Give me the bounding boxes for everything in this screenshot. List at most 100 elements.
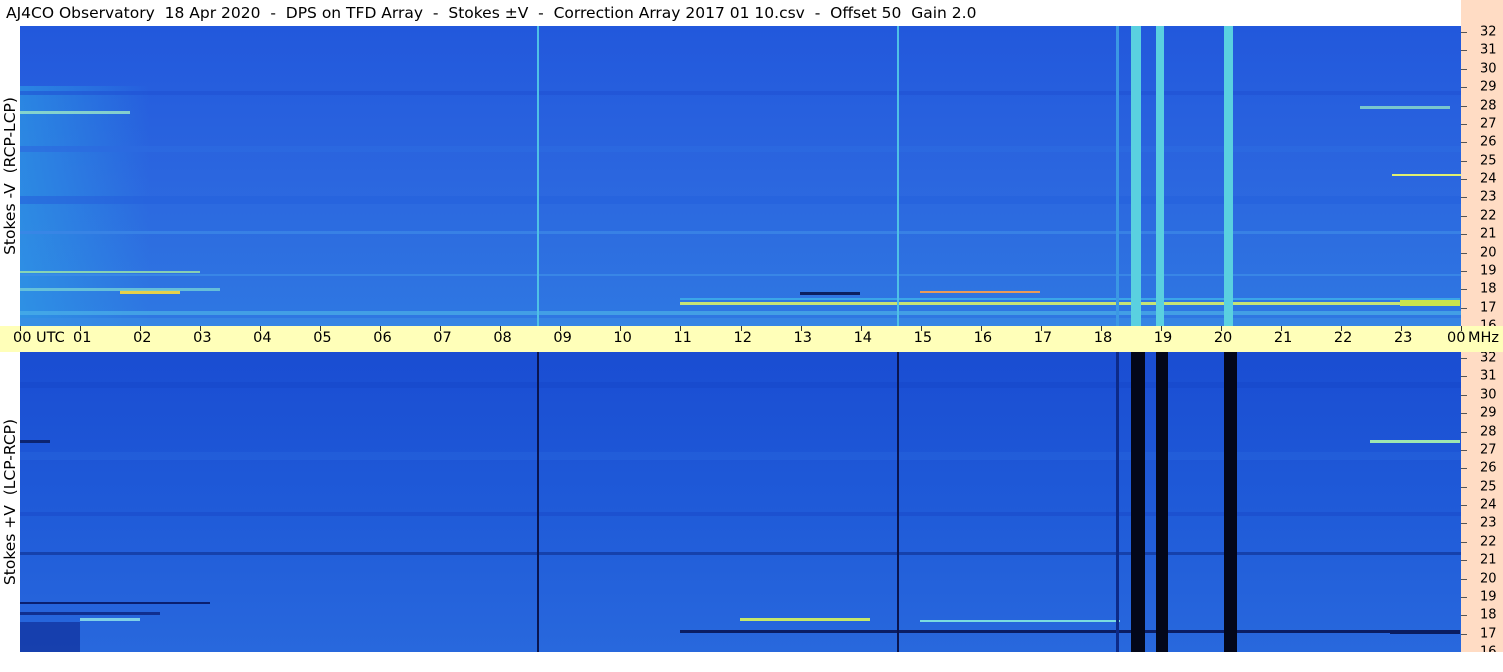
top-panel-ylabel: Stokes -V (RCP-LCP) — [0, 26, 20, 326]
freq-bottom-label: 17 — [1480, 626, 1497, 642]
freq-top-label: 24 — [1480, 171, 1497, 187]
time-label: 01 — [73, 330, 92, 346]
time-label: 23 — [1393, 330, 1413, 346]
freq-bottom-label: 26 — [1480, 460, 1497, 476]
time-label: 14 — [853, 330, 873, 346]
freq-top-label: 22 — [1480, 208, 1497, 224]
freq-top-label: 30 — [1480, 61, 1497, 77]
freq-bottom-tick — [1461, 505, 1467, 506]
window-title: AJ4CO Observatory 18 Apr 2020 - DPS on T… — [0, 0, 1461, 26]
freq-bottom-label: 25 — [1480, 479, 1497, 495]
time-label: 04 — [253, 330, 272, 346]
freq-bottom-label: 28 — [1480, 424, 1497, 439]
freq-top-tick — [1461, 142, 1467, 144]
freq-bottom-tick — [1461, 596, 1467, 598]
freq-top-label: 25 — [1480, 153, 1497, 169]
freq-bottom-label: 18 — [1480, 607, 1497, 623]
freq-bottom-tick — [1461, 449, 1467, 451]
time-label: 21 — [1273, 330, 1293, 346]
freq-bottom-tick — [1461, 413, 1467, 415]
corner-pad — [1461, 0, 1503, 26]
freq-top-tick — [1461, 87, 1467, 89]
freq-bottom-tick — [1461, 541, 1467, 543]
freq-top-tick — [1461, 270, 1467, 272]
freq-top-tick — [1461, 68, 1467, 70]
utc-label: UTC — [36, 330, 65, 346]
time-label: 15 — [913, 330, 933, 346]
freq-bottom-tick — [1461, 376, 1467, 378]
time-label: 12 — [733, 330, 752, 346]
time-label: 19 — [1153, 330, 1173, 346]
frequency-axis-top: 3231302928272625242322212019181716 — [1461, 24, 1503, 334]
freq-top-label: 17 — [1480, 300, 1497, 316]
time-label: 11 — [673, 330, 692, 346]
freq-bottom-label: 30 — [1480, 387, 1497, 403]
bottom-panel-ylabel: Stokes +V (LCP-RCP) — [0, 352, 20, 652]
freq-bottom-label: 20 — [1480, 571, 1497, 586]
time-label: 13 — [793, 330, 812, 346]
freq-top-tick — [1461, 197, 1467, 199]
time-label: 06 — [373, 330, 392, 346]
freq-top-tick — [1461, 252, 1467, 254]
time-label: 05 — [313, 330, 332, 346]
freq-bottom-label: 19 — [1480, 589, 1497, 605]
freq-bottom-label: 31 — [1480, 368, 1497, 384]
frequency-axis-bottom: 3231302928272625242322212019181716 — [1461, 350, 1503, 660]
freq-top-tick — [1461, 50, 1467, 52]
freq-bottom-tick — [1461, 486, 1467, 488]
top-panel-ylabel-text: Stokes -V (RCP-LCP) — [1, 97, 19, 255]
freq-bottom-tick — [1461, 468, 1467, 470]
freq-top-tick — [1461, 179, 1467, 180]
time-label: 20 — [1213, 330, 1233, 346]
freq-top-label: 31 — [1480, 42, 1497, 58]
freq-top-label: 19 — [1480, 263, 1497, 279]
time-label: 18 — [1093, 330, 1113, 346]
freq-bottom-tick — [1461, 615, 1467, 617]
time-label: 22 — [1333, 330, 1353, 346]
freq-top-label: 28 — [1480, 98, 1497, 113]
freq-bottom-label: 21 — [1480, 552, 1497, 568]
freq-bottom-label: 29 — [1480, 405, 1497, 421]
freq-top-tick — [1461, 160, 1467, 162]
freq-top-tick — [1461, 234, 1467, 236]
bottom-panel-ylabel-text: Stokes +V (LCP-RCP) — [1, 418, 19, 586]
freq-top-label: 32 — [1480, 24, 1497, 40]
time-label: 09 — [553, 330, 572, 346]
freq-top-label: 21 — [1480, 226, 1497, 242]
bottom-margin — [0, 652, 1503, 672]
freq-bottom-tick — [1461, 358, 1467, 359]
mhz-label: MHz — [1468, 330, 1500, 346]
time-label: 02 — [133, 330, 152, 346]
spectrogram-top-svg — [20, 26, 1461, 326]
spectrogram-stokes-minus-v[interactable] — [20, 26, 1461, 326]
freq-bottom-label: 23 — [1480, 515, 1497, 531]
time-label: 17 — [1033, 330, 1053, 346]
time-axis: 00 01 02 03 04 05 06 07 08 09 10 11 12 13 14 15 16 17 18 19… — [0, 326, 1503, 352]
time-label: 07 — [433, 330, 452, 346]
freq-top-label: 20 — [1480, 245, 1497, 260]
time-label: 10 — [613, 330, 632, 346]
freq-bottom-label: 32 — [1480, 350, 1497, 366]
freq-bottom-label: 27 — [1480, 442, 1497, 458]
time-label: 08 — [493, 330, 512, 346]
freq-top-tick — [1461, 289, 1467, 291]
freq-bottom-tick — [1461, 523, 1467, 525]
spectrogram-stokes-plus-v[interactable] — [20, 352, 1461, 652]
freq-bottom-tick — [1461, 633, 1467, 635]
freq-bottom-tick — [1461, 431, 1467, 433]
freq-top-tick — [1461, 215, 1467, 217]
time-label: 16 — [973, 330, 993, 346]
time-label: 00 — [13, 330, 32, 346]
freq-bottom-tick — [1461, 578, 1467, 580]
time-label: 03 — [193, 330, 212, 346]
freq-top-label: 26 — [1480, 134, 1497, 150]
spectrogram-bottom-svg — [20, 352, 1461, 652]
freq-top-tick — [1461, 105, 1467, 107]
time-label: 00 — [1447, 330, 1466, 346]
freq-top-label: 23 — [1480, 189, 1497, 205]
freq-top-label: 29 — [1480, 79, 1497, 95]
freq-top-label: 18 — [1480, 281, 1497, 297]
freq-bottom-tick — [1461, 560, 1467, 562]
freq-top-tick — [1461, 32, 1467, 33]
freq-bottom-label: 24 — [1480, 497, 1497, 513]
